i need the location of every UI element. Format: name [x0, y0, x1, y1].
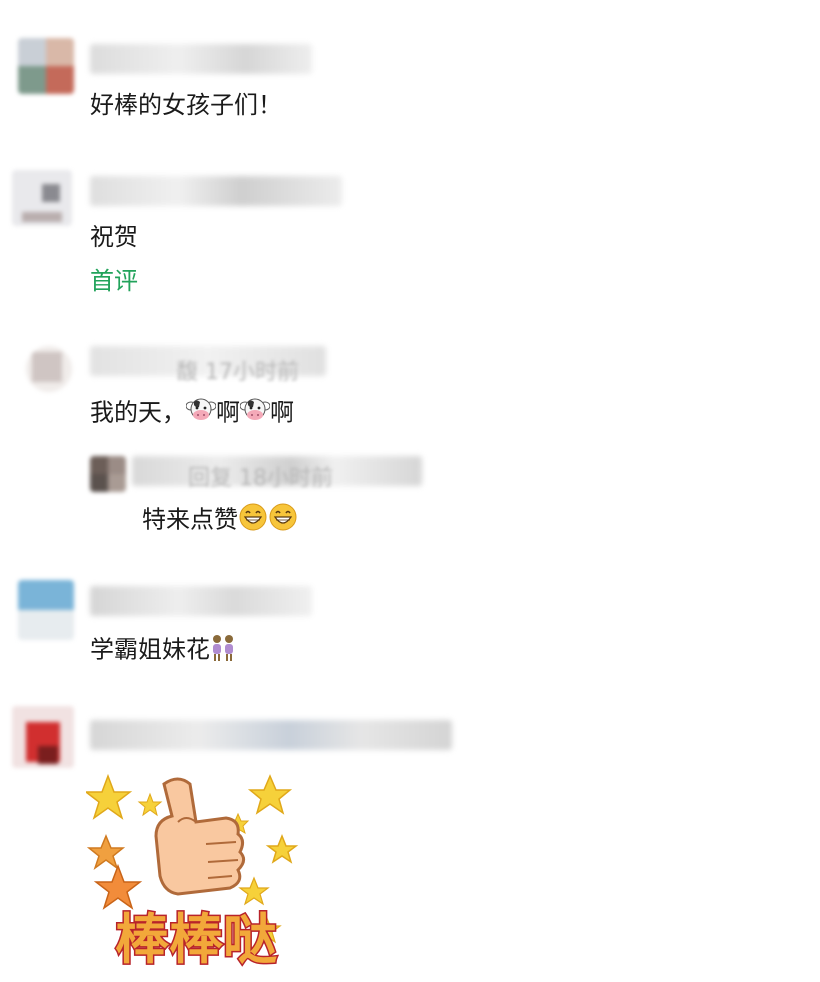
comment-text: 祝贺 — [90, 223, 138, 251]
comment-text: 学霸姐妹花 — [90, 632, 236, 669]
username-redacted — [90, 720, 452, 750]
reply-meta: 回复 18小时前 — [188, 466, 333, 491]
two-women-icon — [210, 632, 236, 669]
grinning-face-icon — [268, 502, 298, 539]
comment-text: 好棒的女孩子们！ — [90, 91, 282, 119]
comment-text-part: 学霸姐妹花 — [90, 635, 210, 664]
thumbs-up-icon — [154, 777, 245, 896]
grinning-face-icon — [238, 502, 268, 539]
username-redacted — [90, 44, 312, 74]
comment-meta: 馥 17小时前 — [176, 360, 299, 385]
reply-text: 特来点赞 — [142, 502, 298, 539]
thumbs-up-sticker: 棒棒哒 — [83, 766, 306, 976]
cow-face-icon — [185, 396, 217, 431]
comment-text-part: 啊 — [216, 398, 240, 427]
avatar[interactable] — [12, 170, 72, 226]
comment-text-part: 我的天， — [90, 398, 186, 427]
reply-text-part: 特来点赞 — [142, 505, 238, 534]
sticker-caption: 棒棒哒 — [115, 908, 277, 971]
first-comment-badge: 首评 — [90, 267, 138, 295]
comment-text: 我的天， 啊 啊 — [90, 396, 294, 431]
avatar[interactable] — [18, 580, 74, 640]
username-redacted — [90, 586, 312, 616]
reply-avatar[interactable] — [90, 456, 126, 492]
avatar[interactable] — [12, 706, 74, 768]
avatar[interactable] — [18, 38, 74, 94]
avatar[interactable] — [26, 346, 72, 392]
comment-text-part: 啊 — [270, 398, 294, 427]
username-redacted — [90, 176, 342, 206]
cow-face-icon — [239, 396, 271, 431]
